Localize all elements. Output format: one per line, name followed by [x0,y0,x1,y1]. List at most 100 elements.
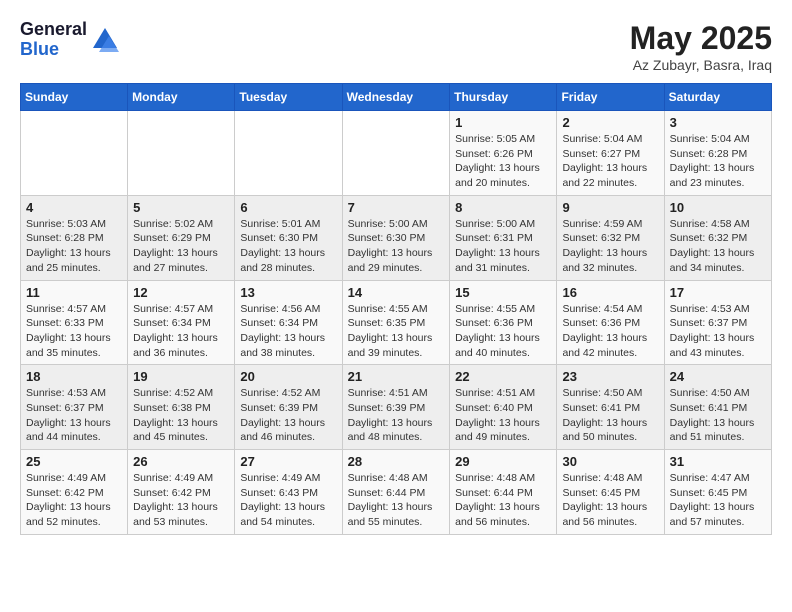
calendar-cell: 12 Sunrise: 4:57 AM Sunset: 6:34 PM Dayli… [128,280,235,365]
calendar-cell: 10 Sunrise: 4:58 AM Sunset: 6:32 PM Dayli… [664,195,771,280]
weekday-header-wednesday: Wednesday [342,84,450,111]
day-info: Sunrise: 4:57 AM Sunset: 6:33 PM Dayligh… [26,302,122,361]
calendar-cell: 9 Sunrise: 4:59 AM Sunset: 6:32 PM Daylig… [557,195,664,280]
day-info: Sunrise: 4:52 AM Sunset: 6:38 PM Dayligh… [133,386,229,445]
weekday-header-row: SundayMondayTuesdayWednesdayThursdayFrid… [21,84,772,111]
day-info: Sunrise: 4:49 AM Sunset: 6:42 PM Dayligh… [26,471,122,530]
day-info: Sunrise: 4:48 AM Sunset: 6:44 PM Dayligh… [348,471,445,530]
calendar-week-5: 25 Sunrise: 4:49 AM Sunset: 6:42 PM Dayli… [21,450,772,535]
calendar-cell [235,111,342,196]
day-number: 10 [670,200,766,215]
calendar-table: SundayMondayTuesdayWednesdayThursdayFrid… [20,83,772,535]
logo: General Blue [20,20,119,60]
day-info: Sunrise: 4:48 AM Sunset: 6:44 PM Dayligh… [455,471,551,530]
weekday-header-monday: Monday [128,84,235,111]
logo-icon [91,26,119,54]
day-number: 5 [133,200,229,215]
day-info: Sunrise: 4:57 AM Sunset: 6:34 PM Dayligh… [133,302,229,361]
calendar-cell: 29 Sunrise: 4:48 AM Sunset: 6:44 PM Dayli… [450,450,557,535]
calendar-cell: 22 Sunrise: 4:51 AM Sunset: 6:40 PM Dayli… [450,365,557,450]
day-number: 23 [562,369,658,384]
calendar-cell: 27Sunrise: 4:49 AM Sunset: 6:43 PM Dayli… [235,450,342,535]
day-info: Sunrise: 4:49 AM Sunset: 6:43 PM Dayligh… [240,471,336,530]
title-block: May 2025 Az Zubayr, Basra, Iraq [630,20,772,73]
calendar-week-3: 11Sunrise: 4:57 AM Sunset: 6:33 PM Dayli… [21,280,772,365]
day-info: Sunrise: 4:51 AM Sunset: 6:40 PM Dayligh… [455,386,551,445]
day-info: Sunrise: 4:56 AM Sunset: 6:34 PM Dayligh… [240,302,336,361]
calendar-cell [21,111,128,196]
day-info: Sunrise: 4:55 AM Sunset: 6:36 PM Dayligh… [455,302,551,361]
calendar-cell: 31 Sunrise: 4:47 AM Sunset: 6:45 PM Dayli… [664,450,771,535]
calendar-cell: 20 Sunrise: 4:52 AM Sunset: 6:39 PM Dayli… [235,365,342,450]
day-number: 31 [670,454,766,469]
day-info: Sunrise: 5:02 AM Sunset: 6:29 PM Dayligh… [133,217,229,276]
calendar-cell: 6Sunrise: 5:01 AM Sunset: 6:30 PM Daylig… [235,195,342,280]
calendar-cell: 8 Sunrise: 5:00 AM Sunset: 6:31 PM Daylig… [450,195,557,280]
day-number: 29 [455,454,551,469]
day-info: Sunrise: 4:52 AM Sunset: 6:39 PM Dayligh… [240,386,336,445]
title-month: May 2025 [630,20,772,57]
calendar-cell: 13Sunrise: 4:56 AM Sunset: 6:34 PM Dayli… [235,280,342,365]
day-number: 9 [562,200,658,215]
calendar-cell: 18 Sunrise: 4:53 AM Sunset: 6:37 PM Dayli… [21,365,128,450]
page-header: General Blue May 2025 Az Zubayr, Basra, … [20,20,772,73]
day-info: Sunrise: 4:58 AM Sunset: 6:32 PM Dayligh… [670,217,766,276]
day-number: 22 [455,369,551,384]
day-info: Sunrise: 4:51 AM Sunset: 6:39 PM Dayligh… [348,386,445,445]
day-number: 15 [455,285,551,300]
day-info: Sunrise: 4:50 AM Sunset: 6:41 PM Dayligh… [562,386,658,445]
calendar-cell: 4 Sunrise: 5:03 AM Sunset: 6:28 PM Daylig… [21,195,128,280]
calendar-body: 1Sunrise: 5:05 AM Sunset: 6:26 PM Daylig… [21,111,772,535]
day-number: 12 [133,285,229,300]
day-number: 6 [240,200,336,215]
calendar-cell [128,111,235,196]
weekday-header-tuesday: Tuesday [235,84,342,111]
day-info: Sunrise: 4:48 AM Sunset: 6:45 PM Dayligh… [562,471,658,530]
calendar-cell: 11Sunrise: 4:57 AM Sunset: 6:33 PM Dayli… [21,280,128,365]
calendar-cell: 1Sunrise: 5:05 AM Sunset: 6:26 PM Daylig… [450,111,557,196]
day-info: Sunrise: 4:54 AM Sunset: 6:36 PM Dayligh… [562,302,658,361]
day-number: 26 [133,454,229,469]
logo-text: General Blue [20,20,87,60]
day-number: 18 [26,369,122,384]
calendar-cell: 26 Sunrise: 4:49 AM Sunset: 6:42 PM Dayli… [128,450,235,535]
calendar-cell: 25 Sunrise: 4:49 AM Sunset: 6:42 PM Dayli… [21,450,128,535]
calendar-week-2: 4 Sunrise: 5:03 AM Sunset: 6:28 PM Daylig… [21,195,772,280]
weekday-header-sunday: Sunday [21,84,128,111]
title-location: Az Zubayr, Basra, Iraq [630,57,772,73]
calendar-cell: 30 Sunrise: 4:48 AM Sunset: 6:45 PM Dayli… [557,450,664,535]
calendar-cell: 24 Sunrise: 4:50 AM Sunset: 6:41 PM Dayli… [664,365,771,450]
day-number: 28 [348,454,445,469]
day-info: Sunrise: 4:55 AM Sunset: 6:35 PM Dayligh… [348,302,445,361]
day-info: Sunrise: 4:53 AM Sunset: 6:37 PM Dayligh… [26,386,122,445]
day-info: Sunrise: 4:50 AM Sunset: 6:41 PM Dayligh… [670,386,766,445]
day-number: 16 [562,285,658,300]
day-info: Sunrise: 5:00 AM Sunset: 6:31 PM Dayligh… [455,217,551,276]
day-number: 30 [562,454,658,469]
day-info: Sunrise: 5:03 AM Sunset: 6:28 PM Dayligh… [26,217,122,276]
calendar-cell: 21Sunrise: 4:51 AM Sunset: 6:39 PM Dayli… [342,365,450,450]
weekday-header-friday: Friday [557,84,664,111]
calendar-cell: 14Sunrise: 4:55 AM Sunset: 6:35 PM Dayli… [342,280,450,365]
day-info: Sunrise: 4:49 AM Sunset: 6:42 PM Dayligh… [133,471,229,530]
calendar-cell: 28 Sunrise: 4:48 AM Sunset: 6:44 PM Dayli… [342,450,450,535]
calendar-header: SundayMondayTuesdayWednesdayThursdayFrid… [21,84,772,111]
day-number: 4 [26,200,122,215]
day-info: Sunrise: 4:47 AM Sunset: 6:45 PM Dayligh… [670,471,766,530]
day-number: 19 [133,369,229,384]
day-info: Sunrise: 5:04 AM Sunset: 6:28 PM Dayligh… [670,132,766,191]
calendar-cell: 16 Sunrise: 4:54 AM Sunset: 6:36 PM Dayli… [557,280,664,365]
calendar-cell: 2Sunrise: 5:04 AM Sunset: 6:27 PM Daylig… [557,111,664,196]
day-number: 8 [455,200,551,215]
calendar-cell: 17Sunrise: 4:53 AM Sunset: 6:37 PM Dayli… [664,280,771,365]
calendar-cell: 5 Sunrise: 5:02 AM Sunset: 6:29 PM Daylig… [128,195,235,280]
day-info: Sunrise: 5:04 AM Sunset: 6:27 PM Dayligh… [562,132,658,191]
day-info: Sunrise: 5:00 AM Sunset: 6:30 PM Dayligh… [348,217,445,276]
day-number: 20 [240,369,336,384]
day-info: Sunrise: 4:59 AM Sunset: 6:32 PM Dayligh… [562,217,658,276]
day-number: 7 [348,200,445,215]
day-number: 3 [670,115,766,130]
day-number: 24 [670,369,766,384]
day-number: 25 [26,454,122,469]
calendar-cell: 3 Sunrise: 5:04 AM Sunset: 6:28 PM Daylig… [664,111,771,196]
